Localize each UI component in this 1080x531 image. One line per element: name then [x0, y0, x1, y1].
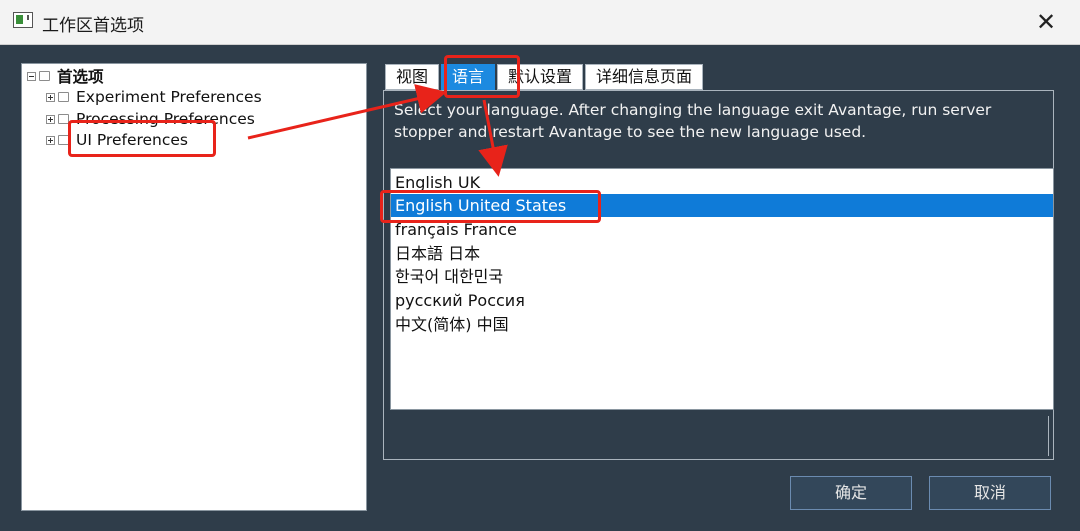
language-list[interactable]: English UK English United States françai… — [390, 168, 1054, 410]
tab-view[interactable]: 视图 — [385, 64, 440, 90]
expand-icon[interactable] — [46, 135, 55, 145]
cancel-button[interactable]: 取消 — [929, 476, 1051, 510]
panel-footer-area — [384, 416, 1049, 456]
preferences-tree: 首选项 Experiment Preferences Processing Pr… — [21, 63, 367, 511]
language-item-russian[interactable]: русский Россия — [391, 289, 1053, 312]
collapse-icon[interactable] — [27, 71, 36, 81]
language-tab-panel: Select your language. After changing the… — [383, 90, 1054, 460]
tree-item-label: UI Preferences — [76, 131, 189, 149]
tree-item-experiment-preferences[interactable]: Experiment Preferences — [46, 87, 262, 107]
title-bar: 工作区首选项 ✕ — [0, 0, 1080, 45]
expand-icon[interactable] — [46, 92, 55, 102]
ok-button[interactable]: 确定 — [790, 476, 912, 510]
language-item-korean[interactable]: 한국어 대한민국 — [391, 265, 1053, 288]
tree-root[interactable]: 首选项 — [27, 66, 104, 86]
language-item-japanese[interactable]: 日本語 日本 — [391, 242, 1053, 265]
expand-icon[interactable] — [46, 114, 55, 124]
preferences-dialog: 首选项 Experiment Preferences Processing Pr… — [0, 45, 1080, 531]
close-button[interactable]: ✕ — [1024, 6, 1068, 38]
folder-icon — [58, 114, 69, 124]
tab-language[interactable]: 语言 — [441, 64, 496, 90]
folder-icon — [58, 135, 69, 145]
tree-item-label: Processing Preferences — [76, 110, 255, 128]
app-window-icon — [13, 12, 33, 28]
window-title: 工作区首选项 — [42, 16, 144, 36]
tree-item-processing-preferences[interactable]: Processing Preferences — [46, 109, 255, 129]
tab-details-page[interactable]: 详细信息页面 — [585, 64, 704, 90]
tree-item-label: Experiment Preferences — [76, 88, 262, 106]
language-item-english-us[interactable]: English United States — [391, 194, 1053, 217]
tab-bar: 视图 语言 默认设置 详细信息页面 — [385, 64, 705, 90]
language-item-french[interactable]: français France — [391, 218, 1053, 241]
tree-root-label: 首选项 — [57, 68, 104, 86]
tab-defaults[interactable]: 默认设置 — [497, 64, 584, 90]
tree-item-ui-preferences[interactable]: UI Preferences — [46, 130, 188, 150]
folder-icon — [39, 71, 50, 81]
language-item-english-uk[interactable]: English UK — [391, 171, 1053, 194]
language-item-chinese-simplified[interactable]: 中文(简体) 中国 — [391, 313, 1053, 336]
folder-icon — [58, 92, 69, 102]
language-description: Select your language. After changing the… — [394, 101, 992, 141]
